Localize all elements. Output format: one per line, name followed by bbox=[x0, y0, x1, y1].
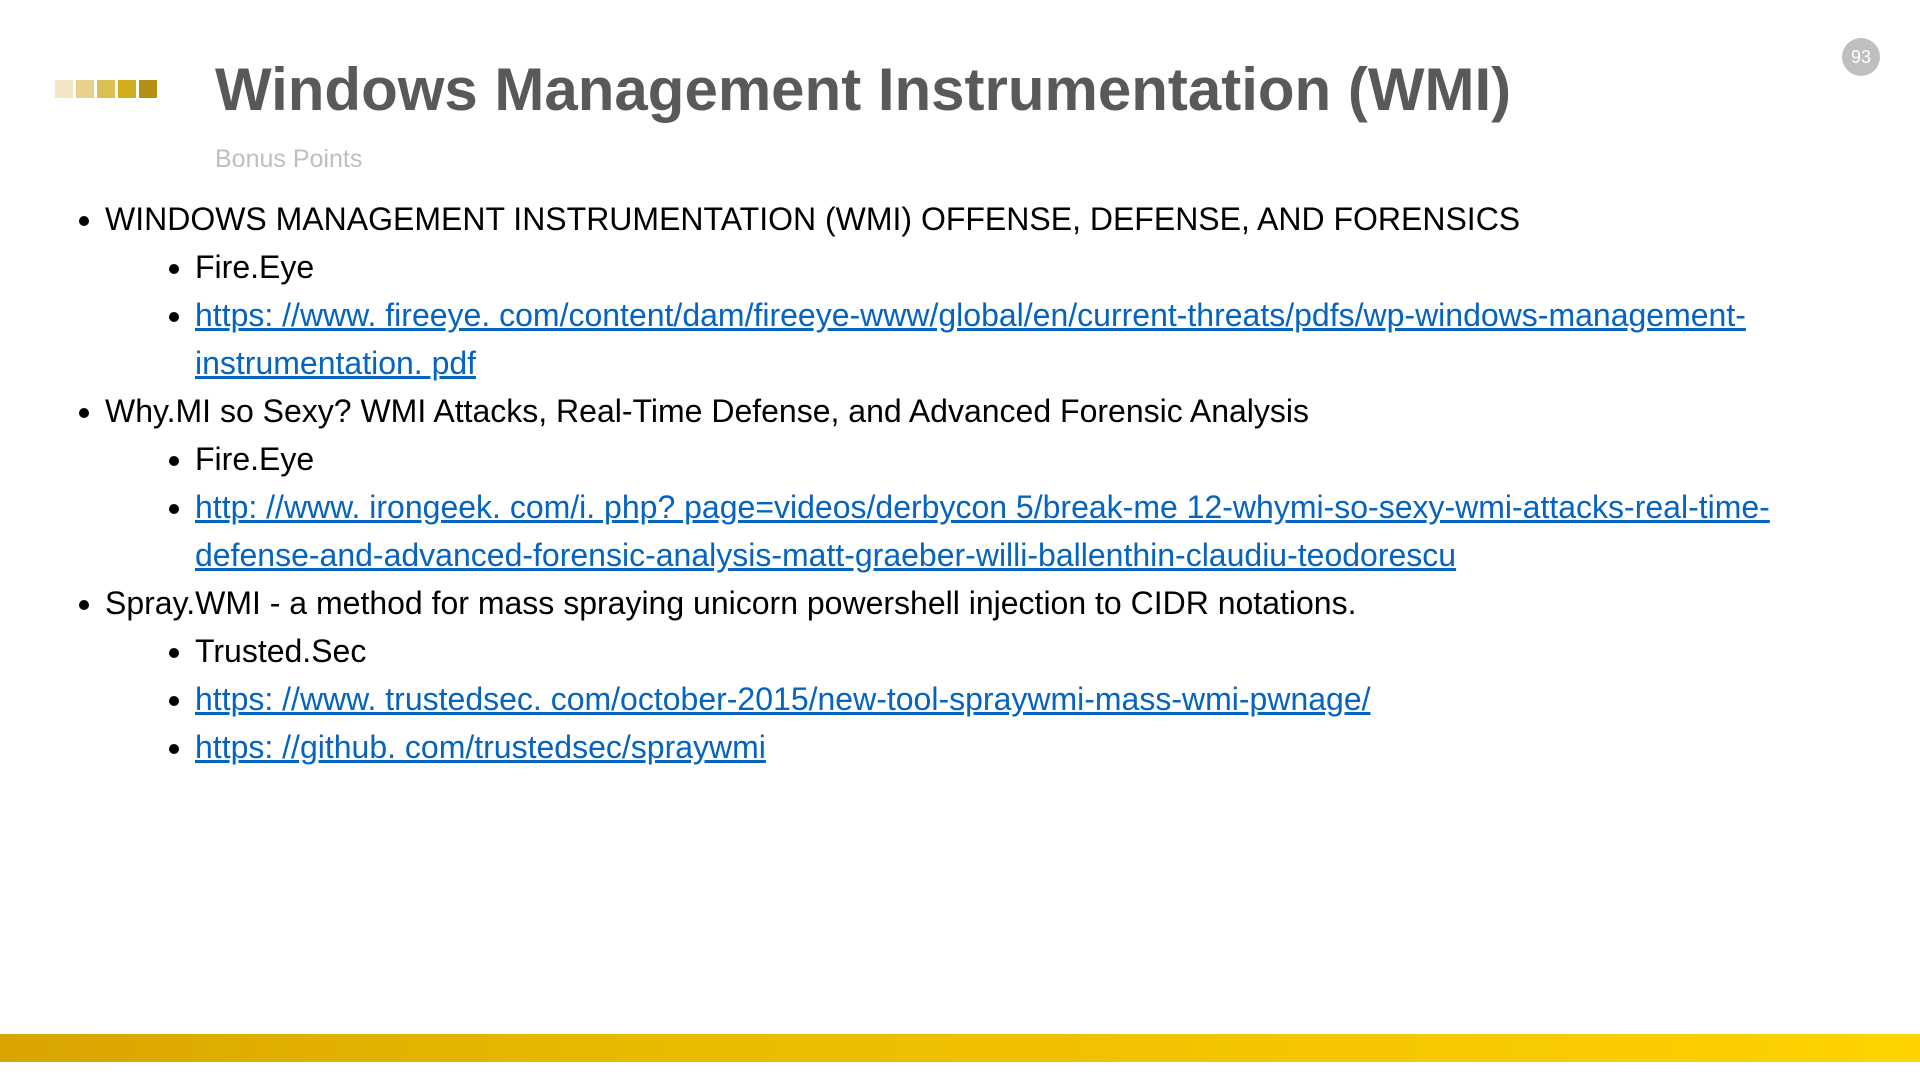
list-item-text: Fire.Eye bbox=[195, 441, 314, 477]
list-item-text: Spray.WMI - a method for mass spraying u… bbox=[105, 585, 1356, 621]
bottom-accent-bar bbox=[0, 1034, 1920, 1062]
deco-square-2 bbox=[76, 80, 94, 98]
bullet-list-level2: Fire.Eye https: //www. fireeye. com/cont… bbox=[105, 243, 1860, 387]
list-item: Trusted.Sec bbox=[195, 627, 1860, 675]
slide-content: WINDOWS MANAGEMENT INSTRUMENTATION (WMI)… bbox=[55, 195, 1860, 771]
list-item-text: WINDOWS MANAGEMENT INSTRUMENTATION (WMI)… bbox=[105, 201, 1520, 237]
bullet-list-level2: Fire.Eye http: //www. irongeek. com/i. p… bbox=[105, 435, 1860, 579]
page-number: 93 bbox=[1851, 47, 1871, 68]
list-item: WINDOWS MANAGEMENT INSTRUMENTATION (WMI)… bbox=[105, 195, 1860, 387]
slide: 93 Windows Management Instrumentation (W… bbox=[0, 0, 1920, 1080]
deco-square-5 bbox=[139, 80, 157, 98]
list-item-text: Why.MI so Sexy? WMI Attacks, Real-Time D… bbox=[105, 393, 1309, 429]
resource-link[interactable]: https: //github. com/trustedsec/spraywmi bbox=[195, 729, 766, 765]
page-number-badge: 93 bbox=[1842, 38, 1880, 76]
list-item-text: Fire.Eye bbox=[195, 249, 314, 285]
list-item: https: //www. trustedsec. com/october-20… bbox=[195, 675, 1860, 723]
list-item: Why.MI so Sexy? WMI Attacks, Real-Time D… bbox=[105, 387, 1860, 579]
deco-square-1 bbox=[55, 80, 73, 98]
list-item: https: //github. com/trustedsec/spraywmi bbox=[195, 723, 1860, 771]
deco-square-4 bbox=[118, 80, 136, 98]
slide-subtitle: Bonus Points bbox=[215, 145, 362, 174]
bullet-list-level1: WINDOWS MANAGEMENT INSTRUMENTATION (WMI)… bbox=[55, 195, 1860, 771]
deco-square-3 bbox=[97, 80, 115, 98]
list-item: Fire.Eye bbox=[195, 435, 1860, 483]
resource-link[interactable]: https: //www. trustedsec. com/october-20… bbox=[195, 681, 1371, 717]
slide-title: Windows Management Instrumentation (WMI) bbox=[215, 55, 1511, 124]
resource-link[interactable]: https: //www. fireeye. com/content/dam/f… bbox=[195, 297, 1746, 381]
decorative-squares bbox=[55, 80, 157, 98]
resource-link[interactable]: http: //www. irongeek. com/i. php? page=… bbox=[195, 489, 1770, 573]
list-item: https: //www. fireeye. com/content/dam/f… bbox=[195, 291, 1860, 387]
list-item: Spray.WMI - a method for mass spraying u… bbox=[105, 579, 1860, 771]
list-item: Fire.Eye bbox=[195, 243, 1860, 291]
list-item-text: Trusted.Sec bbox=[195, 633, 366, 669]
bullet-list-level2: Trusted.Sec https: //www. trustedsec. co… bbox=[105, 627, 1860, 771]
list-item: http: //www. irongeek. com/i. php? page=… bbox=[195, 483, 1860, 579]
